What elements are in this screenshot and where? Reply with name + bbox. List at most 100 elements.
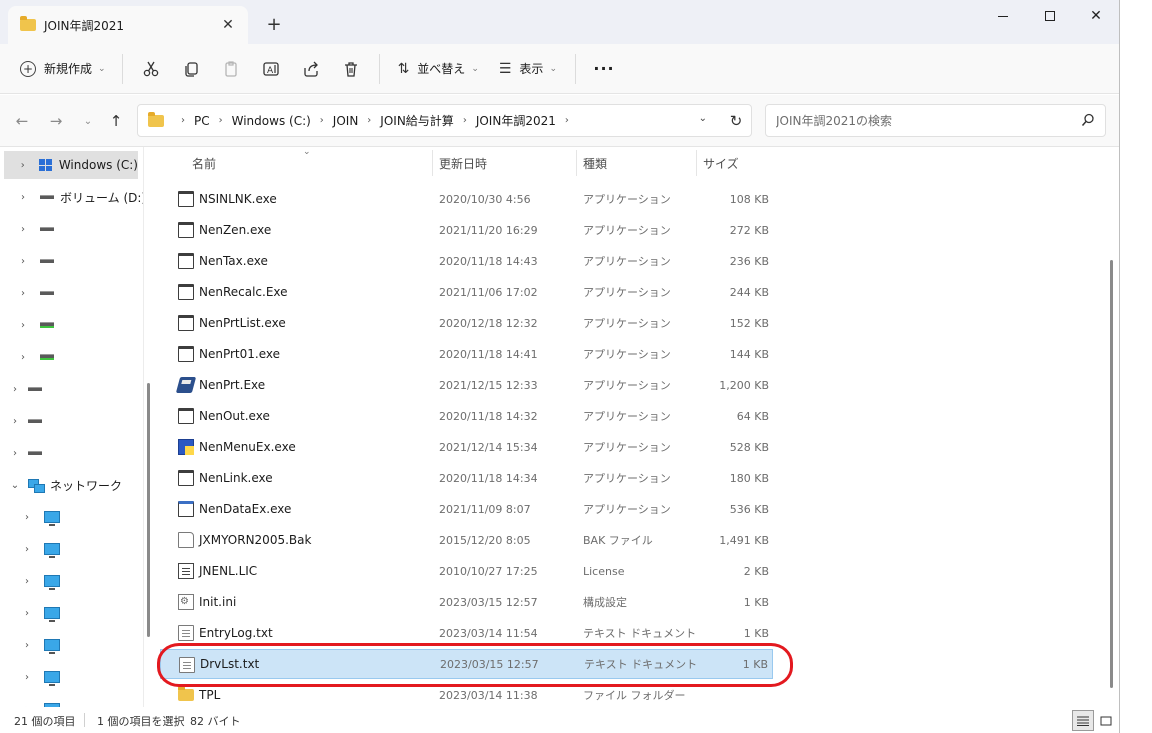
search-input[interactable]: [776, 113, 1066, 128]
file-name: JNENL.LIC: [199, 564, 258, 578]
file-modified-date: 2021/11/20 16:29: [439, 223, 538, 237]
chevron-right-icon[interactable]: ›: [20, 544, 34, 555]
sidebar-item-network-drive[interactable]: ›: [8, 439, 48, 467]
file-row[interactable]: NenPrt.Exe 2021/12/15 12:33 アプリケーション 1,200 …: [160, 370, 773, 400]
new-tab-button[interactable]: +: [262, 12, 286, 36]
minimize-button[interactable]: [980, 0, 1026, 32]
back-arrow-icon[interactable]: ←: [8, 109, 36, 133]
paste-button[interactable]: [211, 51, 251, 87]
breadcrumb-join[interactable]: JOIN: [333, 114, 359, 128]
exe-icon: [178, 253, 194, 269]
file-row[interactable]: NenOut.exe 2020/11/18 14:32 アプリケーション 64 KB: [160, 401, 773, 431]
chevron-right-icon[interactable]: ›: [16, 192, 30, 203]
chevron-right-icon[interactable]: ›: [16, 256, 30, 267]
share-button[interactable]: [291, 51, 331, 87]
chevron-right-icon[interactable]: ›: [8, 384, 22, 395]
file-type: アプリケーション: [583, 286, 671, 299]
column-header-type[interactable]: 種類: [576, 150, 696, 176]
chevron-right-icon[interactable]: ›: [16, 160, 29, 171]
column-header-date[interactable]: 更新日時: [432, 150, 576, 176]
chevron-right-icon[interactable]: ›: [20, 672, 34, 683]
file-list-scrollbar[interactable]: [1110, 260, 1113, 688]
file-row[interactable]: NenDataEx.exe 2021/11/09 8:07 アプリケーション 536 …: [160, 494, 773, 524]
chevron-down-icon: ⌄: [471, 63, 479, 74]
sidebar-item-network-pc[interactable]: ›: [20, 631, 66, 659]
chevron-right-icon[interactable]: ›: [20, 608, 34, 619]
breadcrumb-windows-c[interactable]: Windows (C:): [232, 114, 311, 128]
recent-locations-chevron-icon[interactable]: ⌄: [74, 109, 102, 133]
sidebar-item-drive[interactable]: ›: [16, 247, 60, 275]
more-options-button[interactable]: ···: [584, 51, 624, 87]
sidebar-item-network-pc[interactable]: ›: [20, 663, 66, 691]
file-row[interactable]: NSINLNK.exe 2020/10/30 4:56 アプリケーション 108 KB: [160, 184, 773, 214]
maximize-button[interactable]: [1027, 0, 1073, 32]
address-bar[interactable]: › PC › Windows (C:) › JOIN › JOIN給与計算 › …: [137, 104, 752, 137]
file-row[interactable]: NenZen.exe 2021/11/20 16:29 アプリケーション 272 KB: [160, 215, 773, 245]
drive-icon: [40, 227, 54, 231]
forward-arrow-icon[interactable]: →: [42, 109, 70, 133]
chevron-right-icon[interactable]: ›: [16, 352, 30, 363]
tab-active[interactable]: JOIN年調2021 ✕: [8, 6, 248, 44]
sidebar-item-drive[interactable]: ›: [16, 215, 60, 243]
copy-button[interactable]: [171, 51, 211, 87]
column-header-name[interactable]: 名前: [160, 150, 432, 176]
breadcrumb-join-2021[interactable]: JOIN年調2021: [476, 112, 556, 129]
new-button[interactable]: + 新規作成 ⌄: [12, 51, 114, 87]
chevron-right-icon[interactable]: ›: [16, 224, 30, 235]
cut-button[interactable]: [131, 51, 171, 87]
sidebar-item-network-pc[interactable]: ›: [20, 695, 66, 707]
sidebar-item-drive[interactable]: ›: [16, 311, 60, 339]
search-box[interactable]: [765, 104, 1106, 137]
chevron-down-icon[interactable]: ⌄: [8, 480, 22, 491]
navigation-pane-scrollbar[interactable]: [147, 383, 150, 637]
chevron-right-icon[interactable]: ›: [8, 448, 22, 459]
file-row[interactable]: JNENL.LIC 2010/10/27 17:25 License 2 KB: [160, 556, 773, 586]
file-name: NenPrt01.exe: [199, 347, 280, 361]
refresh-icon[interactable]: ↻: [722, 104, 750, 137]
rename-button[interactable]: A: [251, 51, 291, 87]
chevron-right-icon: ›: [564, 115, 569, 126]
file-row[interactable]: JXMYORN2005.Bak 2015/12/20 8:05 BAK ファイル 1,…: [160, 525, 773, 555]
sidebar-item-network-pc[interactable]: ›: [20, 535, 66, 563]
delete-button[interactable]: [331, 51, 371, 87]
address-history-chevron-icon[interactable]: ⌄: [699, 113, 707, 124]
sidebar-item-drive[interactable]: ›: [16, 343, 60, 371]
details-view-button[interactable]: [1072, 710, 1094, 731]
chevron-right-icon[interactable]: ›: [16, 320, 30, 331]
sort-button[interactable]: ⇅ 並べ替え ⌄: [388, 51, 489, 87]
sidebar-item-volume-d[interactable]: › ボリューム (D:): [16, 183, 143, 211]
sort-icon: ⇅: [397, 60, 410, 77]
file-size: 1,491 KB: [719, 533, 769, 547]
sidebar-item-network-drive[interactable]: ›: [8, 407, 48, 435]
chevron-right-icon[interactable]: ›: [8, 416, 22, 427]
file-row[interactable]: NenTax.exe 2020/11/18 14:43 アプリケーション 236 KB: [160, 246, 773, 276]
sidebar-item-network-pc[interactable]: ›: [20, 567, 66, 595]
breadcrumb-pc[interactable]: PC: [194, 114, 210, 128]
file-row[interactable]: NenPrtList.exe 2020/12/18 12:32 アプリケーション 15…: [160, 308, 773, 338]
sidebar-item-network-pc[interactable]: ›: [20, 599, 66, 627]
search-icon[interactable]: [1081, 113, 1095, 127]
tiles-view-button[interactable]: [1096, 710, 1116, 731]
chevron-right-icon[interactable]: ›: [20, 512, 34, 523]
column-header-size[interactable]: サイズ: [696, 150, 776, 176]
chevron-right-icon[interactable]: ›: [20, 576, 34, 587]
sidebar-item-windows-c[interactable]: › Windows (C:): [4, 151, 138, 179]
sidebar-item-network-drive[interactable]: ›: [8, 375, 48, 403]
sidebar-item-network-pc[interactable]: ›: [20, 503, 66, 531]
close-window-button[interactable]: ✕: [1073, 0, 1119, 32]
view-button[interactable]: ☰ 表示 ⌄: [489, 51, 567, 87]
chevron-right-icon[interactable]: ›: [20, 640, 34, 651]
sidebar-item-drive[interactable]: ›: [16, 279, 60, 307]
file-row[interactable]: NenLink.exe 2020/11/18 14:34 アプリケーション 180 K…: [160, 463, 773, 493]
chevron-right-icon[interactable]: ›: [16, 288, 30, 299]
column-header-row: 名前 更新日時 種類 サイズ: [160, 150, 780, 176]
file-row[interactable]: NenMenuEx.exe 2021/12/14 15:34 アプリケーション 528…: [160, 432, 773, 462]
tab-close-icon[interactable]: ✕: [216, 13, 240, 37]
file-row[interactable]: Init.ini 2023/03/15 12:57 構成設定 1 KB: [160, 587, 773, 617]
sidebar-item-network[interactable]: ⌄ ネットワーク: [8, 471, 122, 499]
breadcrumb-join-payroll[interactable]: JOIN給与計算: [380, 112, 454, 129]
file-row[interactable]: NenPrt01.exe 2020/11/18 14:41 アプリケーション 144 …: [160, 339, 773, 369]
file-explorer-window: JOIN年調2021 ✕ + ✕ + 新規作成 ⌄ A ⇅ 並べ替え ⌄ ☰ 表…: [0, 0, 1120, 733]
up-arrow-icon[interactable]: ↑: [102, 109, 130, 133]
file-row[interactable]: NenRecalc.Exe 2021/11/06 17:02 アプリケーション 244…: [160, 277, 773, 307]
